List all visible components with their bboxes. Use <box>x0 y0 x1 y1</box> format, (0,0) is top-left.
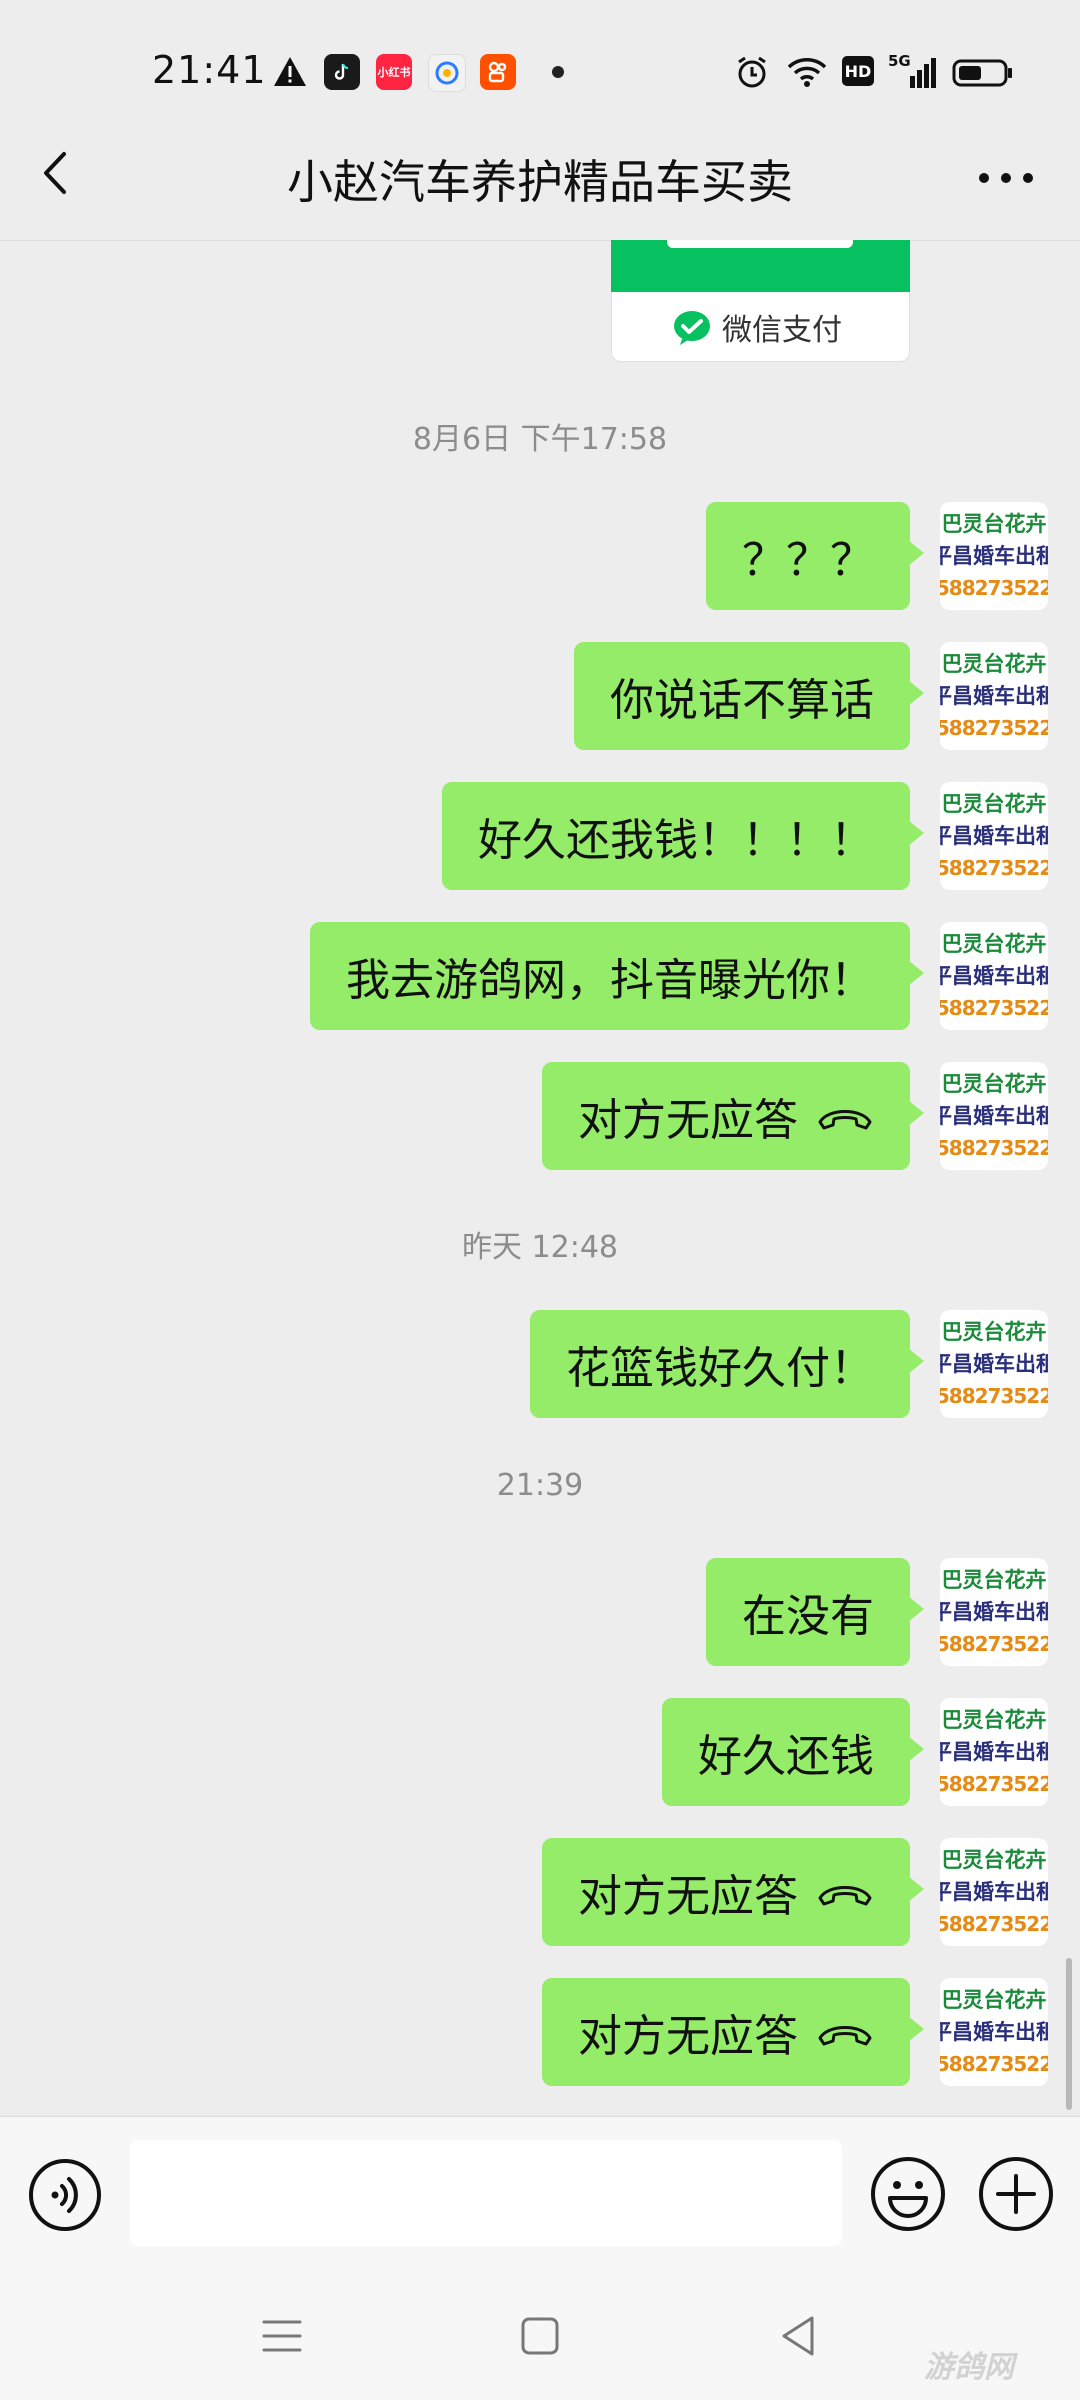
chat-scrollbar[interactable] <box>1066 1958 1072 2110</box>
avatar-line: 平昌婚车出租 <box>940 1600 1048 1624</box>
avatar-line: 平昌婚车出租 <box>940 1880 1048 1904</box>
emoji-icon[interactable] <box>870 2156 946 2232</box>
avatar-line: 巴灵台花卉 <box>941 652 1047 676</box>
kuaishou-icon <box>480 54 516 90</box>
avatar[interactable]: 巴灵台花卉平昌婚车出租 15882735224 <box>940 1838 1048 1946</box>
message-text: 好久还我钱！！！！ <box>478 815 874 866</box>
message-bubble[interactable]: 你说话不算话 <box>574 642 924 750</box>
avatar-line: 15882735224 <box>940 996 1048 1020</box>
5g-signal-icon: 5G <box>888 52 938 90</box>
message-text: 花篮钱好久付！ <box>566 1343 874 1394</box>
more-options-icon[interactable] <box>976 170 1036 186</box>
chat-title: 小赵汽车养护精品车买卖 <box>287 155 793 209</box>
wifi-icon <box>787 58 827 87</box>
tiktok-icon <box>324 54 360 90</box>
avatar-line: 巴灵台花卉 <box>941 932 1047 956</box>
avatar-line: 15882735224 <box>940 2052 1048 2076</box>
avatar[interactable]: 巴灵台花卉平昌婚车出租 15882735224 <box>940 782 1048 890</box>
avatar-line: 平昌婚车出租 <box>940 2020 1048 2044</box>
avatar-line: 巴灵台花卉 <box>941 1568 1047 1592</box>
alarm-icon <box>738 56 766 88</box>
avatar-line: 15882735224 <box>940 1912 1048 1936</box>
wechat-pay-icon <box>674 310 710 345</box>
message-text: 在没有 <box>742 1591 874 1642</box>
message-text: 好久还钱 <box>698 1731 874 1782</box>
message-text: 对方无应答 <box>578 2011 798 2062</box>
avatar-line: 巴灵台花卉 <box>941 512 1047 536</box>
message-text: ？？？ <box>742 535 874 586</box>
browser-icon <box>428 54 466 92</box>
message-bubble[interactable]: 花篮钱好久付！ <box>530 1310 924 1418</box>
avatar-line: 巴灵台花卉 <box>941 1320 1047 1344</box>
avatar-line: 15882735224 <box>940 856 1048 880</box>
message-bubble[interactable]: 我去游鸽网，抖音曝光你！ <box>310 922 924 1030</box>
avatar[interactable]: 巴灵台花卉平昌婚车出租 15882735224 <box>940 922 1048 1030</box>
avatar[interactable]: 巴灵台花卉平昌婚车出租 15882735224 <box>940 1062 1048 1170</box>
wechat-pay-card-banner[interactable] <box>611 240 910 292</box>
call-record-bubble[interactable]: 对方无应答 <box>542 1838 924 1946</box>
menu-icon[interactable] <box>256 2310 308 2362</box>
hd-icon: HD <box>842 56 874 86</box>
warning-icon <box>274 57 306 86</box>
plus-icon[interactable] <box>978 2156 1054 2232</box>
notification-dot <box>552 66 564 78</box>
avatar[interactable]: 巴灵台花卉平昌婚车出租 15882735224 <box>940 1310 1048 1418</box>
avatar-line: 平昌婚车出租 <box>940 824 1048 848</box>
hangup-phone-icon <box>818 1886 872 1906</box>
call-record-bubble[interactable]: 对方无应答 <box>542 1978 924 2086</box>
timestamp-label: 昨天 12:48 <box>462 1230 618 1265</box>
xiaohongshu-icon: 小红书 <box>376 54 412 90</box>
avatar-line: 15882735224 <box>940 576 1048 600</box>
message-text: 对方无应答 <box>578 1871 798 1922</box>
avatar-line: 平昌婚车出租 <box>940 1352 1048 1376</box>
watermark: 游鸽网 <box>924 2350 1014 2385</box>
voice-input-icon[interactable] <box>28 2158 102 2232</box>
home-icon[interactable] <box>514 2310 566 2362</box>
hangup-phone-icon <box>818 1110 872 1130</box>
avatar-line: 巴灵台花卉 <box>941 1988 1047 2012</box>
hangup-phone-icon <box>818 2026 872 2046</box>
avatar-line: 15882735224 <box>940 1136 1048 1160</box>
avatar[interactable]: 巴灵台花卉平昌婚车出租 15882735224 <box>940 1978 1048 2086</box>
wechat-pay-label: 微信支付 <box>722 312 842 348</box>
avatar-line: 平昌婚车出租 <box>940 544 1048 568</box>
avatar-line: 巴灵台花卉 <box>941 792 1047 816</box>
message-text: 对方无应答 <box>578 1095 798 1146</box>
avatar-line: 平昌婚车出租 <box>940 684 1048 708</box>
avatar[interactable]: 巴灵台花卉平昌婚车出租 15882735224 <box>940 1698 1048 1806</box>
avatar[interactable]: 巴灵台花卉平昌婚车出租 15882735224 <box>940 1558 1048 1666</box>
avatar-line: 平昌婚车出租 <box>940 964 1048 988</box>
avatar-line: 15882735224 <box>940 1384 1048 1408</box>
message-bubble[interactable]: 好久还我钱！！！！ <box>442 782 924 890</box>
avatar-line: 15882735224 <box>940 1772 1048 1796</box>
avatar-line: 15882735224 <box>940 716 1048 740</box>
avatar[interactable]: 巴灵台花卉平昌婚车出租 15882735224 <box>940 502 1048 610</box>
avatar-line: 巴灵台花卉 <box>941 1848 1047 1872</box>
wechat-pay-card[interactable]: 微信支付 <box>611 292 910 362</box>
status-time: 21:41 <box>152 48 267 92</box>
back-triangle-icon[interactable] <box>772 2310 824 2362</box>
call-record-bubble[interactable]: 对方无应答 <box>542 1062 924 1170</box>
status-bar: 21:41 小红书 HD 5G <box>0 0 1080 140</box>
avatar-line: 平昌婚车出租 <box>940 1104 1048 1128</box>
avatar-line: 巴灵台花卉 <box>941 1072 1047 1096</box>
message-text: 我去游鸽网，抖音曝光你！ <box>346 955 874 1006</box>
message-text: 你说话不算话 <box>610 675 874 726</box>
avatar-line: 平昌婚车出租 <box>940 1740 1048 1764</box>
message-bubble[interactable]: ？？？ <box>706 502 924 610</box>
avatar[interactable]: 巴灵台花卉平昌婚车出租 15882735224 <box>940 642 1048 750</box>
message-bubble[interactable]: 在没有 <box>706 1558 924 1666</box>
message-input[interactable] <box>130 2140 842 2246</box>
timestamp-label: 8月6日 下午17:58 <box>412 422 668 457</box>
avatar-line: 巴灵台花卉 <box>941 1708 1047 1732</box>
avatar-line: 15882735224 <box>940 1632 1048 1656</box>
pay-card-strip <box>667 240 853 248</box>
message-bubble[interactable]: 好久还钱 <box>662 1698 924 1806</box>
header-divider <box>0 240 1080 241</box>
battery-icon <box>952 59 1012 87</box>
timestamp-label: 21:39 <box>496 1468 584 1503</box>
